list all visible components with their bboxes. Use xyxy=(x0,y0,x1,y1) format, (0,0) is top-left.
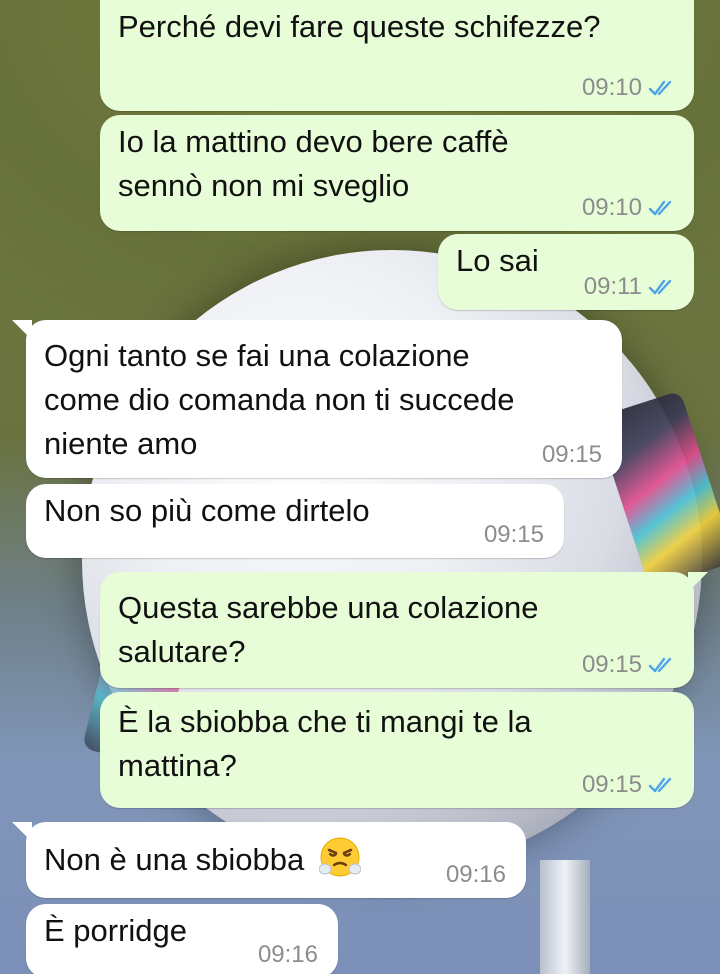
face-with-steam-from-nose-emoji xyxy=(318,836,362,878)
read-double-check-icon xyxy=(648,655,678,675)
read-double-check-icon xyxy=(648,78,678,98)
incoming-message[interactable]: Non è una sbiobba 09:16 xyxy=(12,822,526,898)
message-text: Ogni tanto se fai una colazione come dio… xyxy=(44,338,515,461)
outgoing-message[interactable]: Questa sarebbe una colazione salutare? 0… xyxy=(100,572,708,688)
message-timestamp: 09:11 xyxy=(583,273,642,300)
outgoing-message[interactable]: Perché devi fare queste schifezze? 09:10 xyxy=(100,0,694,111)
message-timestamp: 09:15 xyxy=(581,771,642,798)
incoming-message[interactable]: Ogni tanto se fai una colazione come dio… xyxy=(12,320,622,478)
message-timestamp: 09:15 xyxy=(541,441,602,468)
trophy-stand-image xyxy=(540,860,590,974)
message-text: Perché devi fare queste schifezze? xyxy=(118,9,601,44)
outgoing-message[interactable]: È la sbiobba che ti mangi te la mattina?… xyxy=(100,692,694,808)
read-double-check-icon xyxy=(648,277,678,297)
outgoing-message[interactable]: Lo sai 09:11 xyxy=(438,234,694,310)
message-timestamp: 09:10 xyxy=(581,74,642,101)
outgoing-message[interactable]: Io la mattino devo bere caffè sennò non … xyxy=(100,115,694,231)
message-timestamp: 09:10 xyxy=(581,194,642,221)
read-double-check-icon xyxy=(648,198,678,218)
message-timestamp: 09:15 xyxy=(581,651,642,678)
incoming-message[interactable]: È porridge 09:16 xyxy=(26,904,338,974)
message-text: Non so più come dirtelo xyxy=(44,493,370,528)
incoming-message[interactable]: Non so più come dirtelo 09:15 xyxy=(26,484,564,558)
message-timestamp: 09:16 xyxy=(257,941,318,968)
message-timestamp: 09:15 xyxy=(483,521,544,548)
message-timestamp: 09:16 xyxy=(445,861,506,888)
read-double-check-icon xyxy=(648,775,678,795)
message-text: Non è una sbiobba xyxy=(44,842,305,877)
